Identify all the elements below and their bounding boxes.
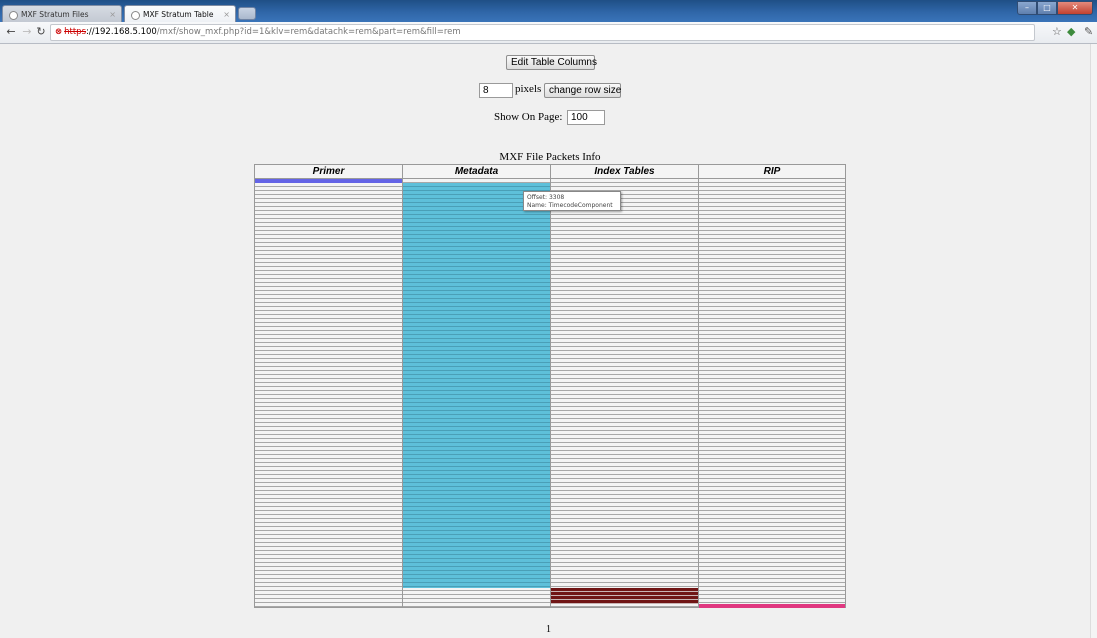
close-icon[interactable]: × — [109, 6, 116, 23]
show-on-page-label: Show On Page: — [494, 111, 563, 123]
url-scheme: https — [64, 27, 87, 37]
star-icon[interactable]: ☆ — [1052, 25, 1062, 39]
back-icon[interactable]: ← — [4, 25, 18, 39]
page-number[interactable]: 1 — [0, 624, 1097, 635]
close-window-button[interactable]: ✕ — [1057, 1, 1093, 15]
forward-icon[interactable]: → — [20, 25, 34, 39]
column-header-rip[interactable]: RIP — [699, 165, 845, 179]
extension-icon[interactable]: ◆ — [1067, 25, 1075, 39]
new-tab-button[interactable] — [238, 7, 256, 20]
insecure-lock-icon: ⊗ — [55, 27, 63, 37]
primer-column — [255, 179, 403, 607]
browser-toolbar: ← → ↻ ⊗ https://192.168.5.100/mxf/show_mx… — [0, 22, 1097, 44]
column-header-metadata[interactable]: Metadata — [403, 165, 551, 179]
tooltip-offset: Offset: 3308 — [527, 194, 565, 201]
index-tables-column — [551, 179, 699, 607]
primer-packet[interactable] — [255, 179, 402, 183]
index-table-packets[interactable] — [551, 588, 698, 604]
scrollbar[interactable] — [1090, 44, 1097, 638]
rip-packet[interactable] — [699, 604, 845, 608]
window-controls: – □ ✕ — [1017, 1, 1093, 15]
column-header-index-tables[interactable]: Index Tables — [551, 165, 699, 179]
tooltip-name: Name: TimecodeComponent — [527, 202, 613, 209]
show-on-page-input[interactable]: 100 — [567, 110, 605, 125]
metadata-packets[interactable] — [403, 183, 550, 588]
url-path: /mxf/show_mxf.php?id=1&klv=rem&datachk=r… — [156, 27, 461, 37]
rip-column — [699, 179, 845, 608]
tab-strip: MXF Stratum Files × MXF Stratum Table × … — [0, 0, 1097, 22]
tab-title: MXF Stratum Files — [21, 10, 89, 19]
reload-icon[interactable]: ↻ — [34, 25, 48, 39]
pixels-label: pixels — [515, 83, 542, 95]
packet-tooltip: Offset: 3308 Name: TimecodeComponent — [523, 191, 621, 211]
row-size-input[interactable]: 8 — [479, 83, 513, 98]
mxf-packets-table: Primer Metadata Index Tables RIP — [254, 164, 846, 608]
table-caption: MXF File Packets Info — [499, 151, 601, 163]
address-bar[interactable]: ⊗ https://192.168.5.100/mxf/show_mxf.php?… — [50, 24, 1035, 41]
change-row-size-button[interactable]: change row size — [544, 83, 621, 98]
edit-table-columns-button[interactable]: Edit Table Columns — [506, 55, 597, 70]
tab-mxf-stratum-files[interactable]: MXF Stratum Files × — [2, 5, 122, 22]
minimize-button[interactable]: – — [1017, 1, 1037, 15]
globe-icon — [9, 10, 18, 20]
maximize-button[interactable]: □ — [1037, 1, 1057, 15]
tab-mxf-stratum-table[interactable]: MXF Stratum Table × — [124, 5, 236, 22]
close-icon[interactable]: × — [223, 6, 230, 23]
tab-title: MXF Stratum Table — [143, 10, 214, 19]
metadata-column — [403, 179, 551, 607]
globe-icon — [131, 10, 140, 20]
wrench-icon[interactable]: ✎ — [1084, 25, 1093, 39]
url-host: ://192.168.5.100 — [86, 27, 157, 37]
column-header-primer[interactable]: Primer — [255, 165, 403, 179]
